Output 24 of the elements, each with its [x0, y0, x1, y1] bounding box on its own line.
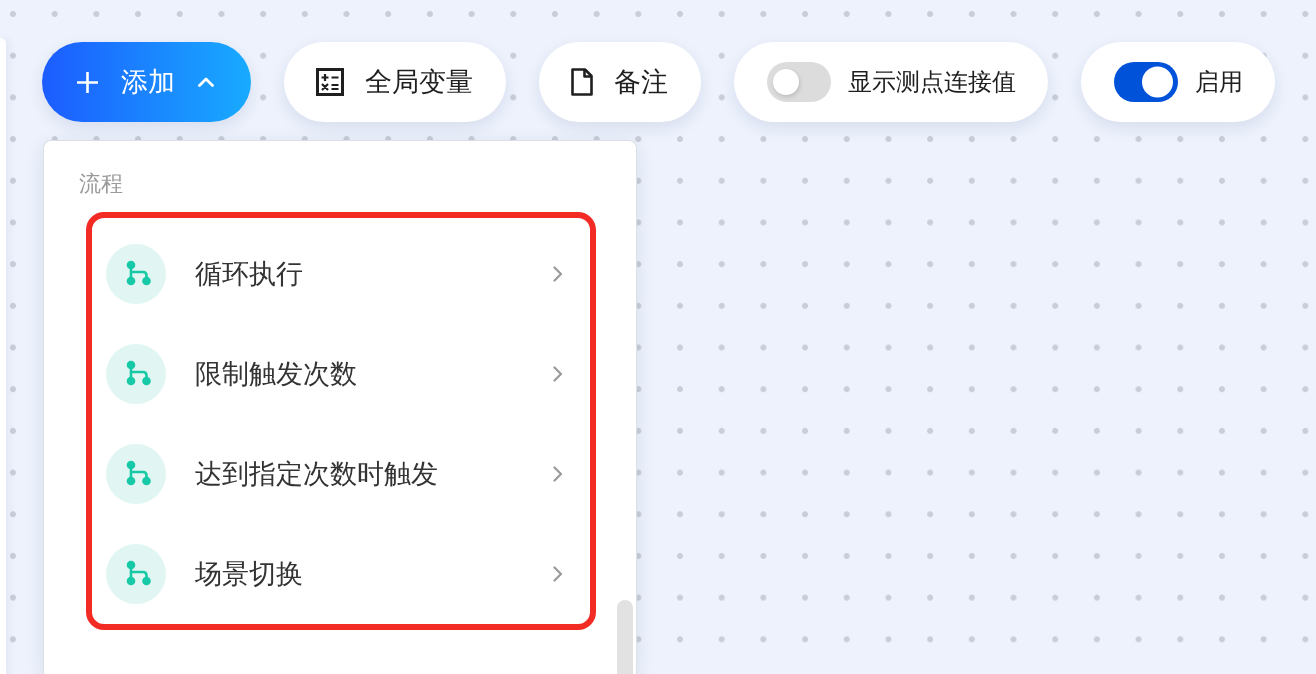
toggle-switch[interactable]: [767, 62, 831, 102]
branch-icon: [106, 244, 166, 304]
branch-icon: [106, 444, 166, 504]
document-icon: [571, 68, 593, 96]
toggle-label: 显示测点连接值: [848, 67, 1016, 98]
menu-item[interactable]: 循环执行: [106, 224, 563, 324]
add-button[interactable]: 添加: [42, 42, 251, 122]
menu-item[interactable]: 达到指定次数时触发: [106, 424, 563, 524]
menu-item[interactable]: 限制触发次数: [106, 324, 563, 424]
chevron-right-icon: [553, 366, 563, 382]
section-heading: 流程: [79, 170, 123, 198]
menu-item[interactable]: 场景切换: [106, 524, 563, 624]
plus-icon: [77, 71, 98, 93]
variables-button[interactable]: 全局变量: [284, 42, 506, 122]
calculator-icon: [316, 68, 344, 96]
chevron-right-icon: [553, 566, 563, 582]
branch-icon: [106, 544, 166, 604]
toggle-switch[interactable]: [1114, 62, 1178, 102]
chevron-right-icon: [553, 466, 563, 482]
branch-icon: [106, 344, 166, 404]
scrollbar-thumb[interactable]: [617, 600, 633, 674]
toggle-label: 启用: [1195, 67, 1243, 98]
note-button[interactable]: 备注: [539, 42, 701, 122]
chevron-right-icon: [553, 266, 563, 282]
